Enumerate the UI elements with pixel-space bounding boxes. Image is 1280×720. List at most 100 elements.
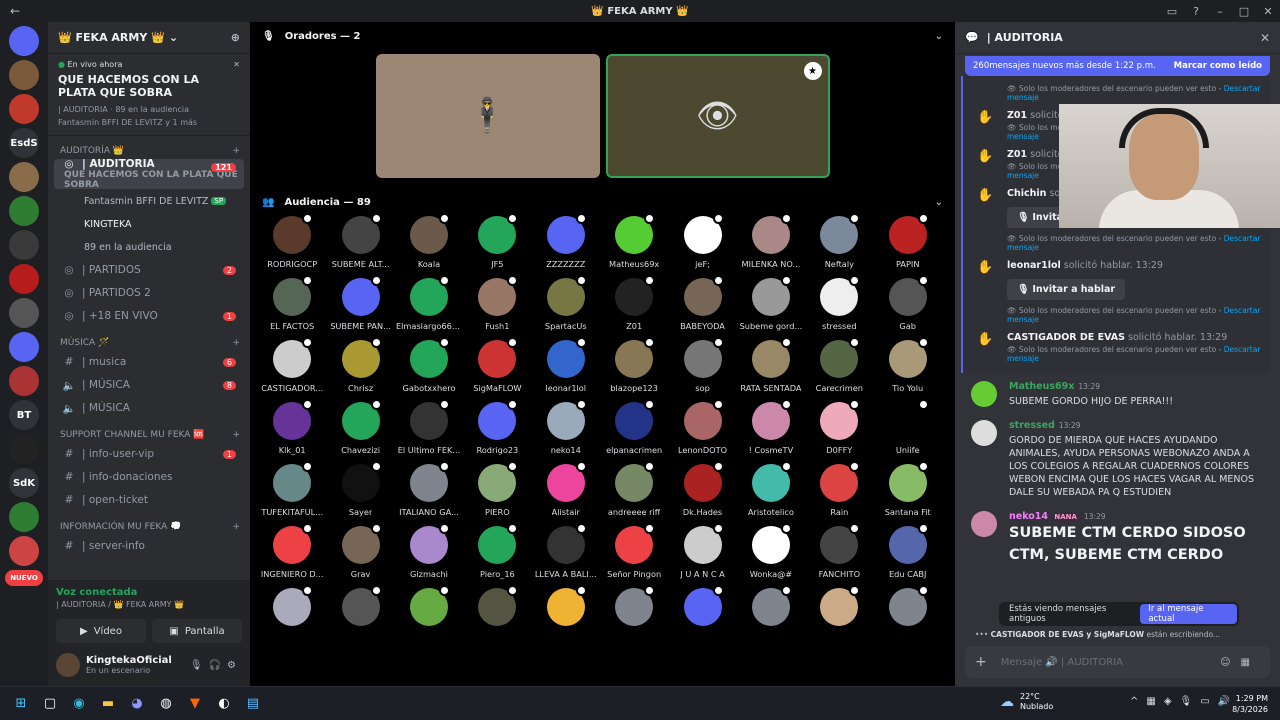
audience-member[interactable]: Carecrimen xyxy=(805,337,873,394)
audience-member[interactable] xyxy=(532,585,600,642)
audience-member[interactable] xyxy=(668,585,736,642)
audience-member[interactable]: Señor Pingon xyxy=(600,523,668,580)
audience-member[interactable]: Sayer xyxy=(326,461,394,518)
channel-server-info[interactable]: # | server-info xyxy=(54,535,244,557)
server-icon[interactable] xyxy=(9,502,39,532)
chat-message[interactable]: neko14 NANA 13:29 SUBEME CTM CERDO SIDOSO … xyxy=(955,503,1280,570)
audience-member[interactable]: Gizmachi xyxy=(395,523,463,580)
audience-member[interactable]: EL FACTOS xyxy=(258,275,326,332)
clock[interactable]: 1:29 PM 8/3/2026 xyxy=(1232,693,1268,715)
stage-user[interactable]: Fantasmin BFFI DE LEVITZ SP xyxy=(54,190,244,212)
audience-member[interactable]: ITALIANO GA... xyxy=(395,461,463,518)
user-panel[interactable]: KingtekaOficial En un escenario 🎙🎧⚙ xyxy=(56,653,242,677)
maximize-icon[interactable]: □ xyxy=(1232,5,1256,18)
audience-member[interactable]: BABEYODA xyxy=(668,275,736,332)
server-icon[interactable] xyxy=(9,366,39,396)
brave-icon[interactable]: ▼ xyxy=(182,691,208,717)
invite-to-speak-button[interactable]: 🎙 Invitar a hablar xyxy=(1007,279,1126,300)
audience-member[interactable]: MILENKA NO... xyxy=(737,213,805,270)
chrome-icon[interactable]: ◍ xyxy=(153,691,179,717)
audience-member[interactable]: ! CosmeTV xyxy=(737,399,805,456)
audience-member[interactable]: Elmaslargo6661 xyxy=(395,275,463,332)
audience-member[interactable]: LenonDOTO xyxy=(668,399,736,456)
close-icon[interactable]: ✕ xyxy=(1256,5,1280,18)
server-icon[interactable]: BT xyxy=(9,400,39,430)
channel-info-user-vip[interactable]: # | info-user-vip 1 xyxy=(54,443,244,465)
audience-member[interactable]: Santana Fit xyxy=(874,461,942,518)
audience-member[interactable]: J U A N C A xyxy=(668,523,736,580)
stage-user[interactable]: KINGTEKA xyxy=(54,213,244,235)
audience-member[interactable]: elpanacrimen xyxy=(600,399,668,456)
channel-partidos[interactable]: ◎ | PARTIDOS 2 xyxy=(54,259,244,281)
back-arrow-icon[interactable]: ← xyxy=(0,4,30,18)
audience-member[interactable]: RATA SENTADA xyxy=(737,337,805,394)
audience-member[interactable]: PIERO xyxy=(463,461,531,518)
audience-member[interactable]: D0FFY xyxy=(805,399,873,456)
system-tray-icons[interactable]: ^▦◈🎙▭🔊 xyxy=(1130,696,1238,707)
category-auditoria[interactable]: AUDITORÍA 👑 + xyxy=(48,136,250,158)
audience-member[interactable]: Piero_16 xyxy=(463,523,531,580)
speaker-tile[interactable]: 🕴 xyxy=(375,54,600,178)
audience-member[interactable]: INGENIERO D... xyxy=(258,523,326,580)
new-messages-bar[interactable]: 260mensajes nuevos más desde 1:22 p.m. Ma… xyxy=(965,56,1270,76)
category-musica[interactable]: MÚSICA 🪄 + xyxy=(48,328,250,350)
audience-member[interactable]: Dk.Hades xyxy=(668,461,736,518)
audience-member[interactable]: Matheus69x xyxy=(600,213,668,270)
audience-member[interactable] xyxy=(395,585,463,642)
audience-member[interactable]: ZZZZZZZ xyxy=(532,213,600,270)
screen-share-button[interactable]: ▣ Pantalla xyxy=(152,619,242,643)
speakers-header[interactable]: 🎙 Oradores — 2 ⌄ xyxy=(250,22,955,50)
category-support[interactable]: SUPPORT CHANNEL MU FEKA 🆘 + xyxy=(48,420,250,442)
live-event-card[interactable]: ● En vivo ahora ✕ QUE HACEMOS CON LA PLAT… xyxy=(48,54,250,136)
audience-member[interactable]: leonar1lol xyxy=(532,337,600,394)
audience-member[interactable]: SpartacUs xyxy=(532,275,600,332)
file-explorer-icon[interactable]: ▬ xyxy=(95,691,121,717)
audience-member[interactable]: Aristotelico xyxy=(737,461,805,518)
audience-member[interactable]: FANCHITO xyxy=(805,523,873,580)
channel-vivo[interactable]: ◎ | +18 EN VIVO 1 xyxy=(54,305,244,327)
server-icon[interactable]: NUEVO xyxy=(5,570,43,586)
channel-musica-voice-2[interactable]: 🔈 | MÚSICA xyxy=(54,397,244,419)
audience-member[interactable]: El Ultimo FEK... xyxy=(395,399,463,456)
server-header[interactable]: 👑 FEKA ARMY 👑 ⌄ ⊕ xyxy=(48,22,250,54)
close-icon[interactable]: ✕ xyxy=(1260,31,1270,45)
audience-member[interactable]: andreeee riff xyxy=(600,461,668,518)
server-icon[interactable] xyxy=(9,162,39,192)
help-icon[interactable]: ? xyxy=(1184,5,1208,18)
audience-member[interactable]: Fush1 xyxy=(463,275,531,332)
audience-member[interactable]: SUBEME ALT... xyxy=(326,213,394,270)
server-icon[interactable] xyxy=(9,196,39,226)
audience-member[interactable] xyxy=(326,585,394,642)
channel-musica[interactable]: # | musica 6 xyxy=(54,351,244,373)
chat-message[interactable]: Matheus69x 13:29 SUBEME GORDO HIJO DE PERR… xyxy=(955,373,1280,412)
audience-member[interactable]: Gabotxxhero xyxy=(395,337,463,394)
steam-icon[interactable]: ◐ xyxy=(211,691,237,717)
audience-member[interactable]: Rain xyxy=(805,461,873,518)
channel-info-donaciones[interactable]: # | info-donaciones xyxy=(54,466,244,488)
speaker-tile[interactable]: 👁 ★ xyxy=(605,54,830,178)
audience-member[interactable]: TUFEKITAFUL... xyxy=(258,461,326,518)
audience-member[interactable]: Alistair xyxy=(532,461,600,518)
chat-message[interactable]: stressed 13:29 GORDO DE MIERDA QUE HACES A… xyxy=(955,412,1280,503)
server-icon[interactable] xyxy=(9,332,39,362)
minimize-icon[interactable]: – xyxy=(1208,5,1232,18)
audience-header[interactable]: 👥 Audiencia — 89 ⌄ xyxy=(250,188,955,216)
audience-member[interactable]: Subeme gord... xyxy=(737,275,805,332)
server-icon[interactable] xyxy=(9,60,39,90)
emoji-icon[interactable]: ☺▦ xyxy=(1220,657,1260,668)
server-icon[interactable]: EsdS xyxy=(9,128,39,158)
audience-member[interactable]: Z01 xyxy=(600,275,668,332)
audience-member[interactable]: jeF; xyxy=(668,213,736,270)
audience-member[interactable] xyxy=(258,585,326,642)
server-icon[interactable] xyxy=(9,434,39,464)
edge-icon[interactable]: ◉ xyxy=(66,691,92,717)
video-button[interactable]: ▶ Vídeo xyxy=(56,619,146,643)
audience-member[interactable]: Edu CABJ xyxy=(874,523,942,580)
windows-start-icon[interactable]: ⊞ xyxy=(8,691,34,717)
category-info[interactable]: INFORMACIÓN MU FEKA 💭 + xyxy=(48,512,250,534)
audience-member[interactable]: blazope123 xyxy=(600,337,668,394)
jump-latest-button[interactable]: Ir al mensaje actual xyxy=(1140,604,1237,624)
server-icon[interactable] xyxy=(9,536,39,566)
audience-member[interactable]: neko14 xyxy=(532,399,600,456)
audience-member[interactable]: Chrisz xyxy=(326,337,394,394)
